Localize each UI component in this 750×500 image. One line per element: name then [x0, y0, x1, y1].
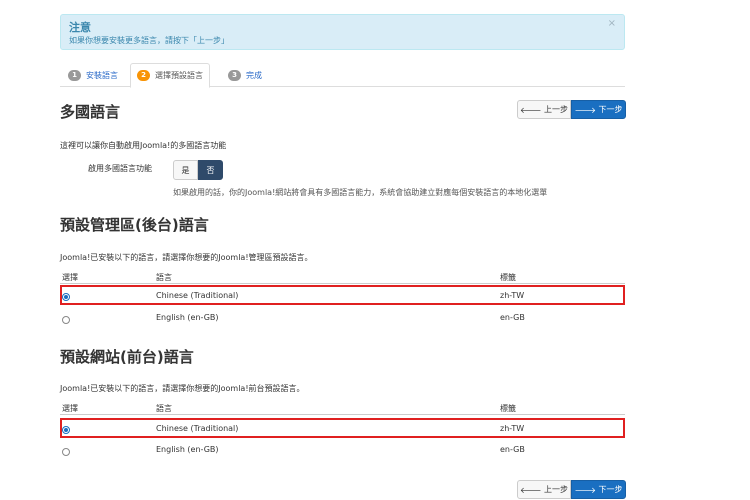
language-name: Chinese (Traditional)	[156, 424, 239, 433]
next-button[interactable]: 🡒 下一步	[571, 480, 626, 499]
arrow-right-icon: 🡒	[574, 485, 596, 495]
header-language: 語言	[156, 404, 172, 413]
language-name: English (en-GB)	[156, 445, 219, 454]
language-tag: zh-TW	[500, 291, 525, 300]
language-name: English (en-GB)	[156, 313, 219, 322]
table-row[interactable]: Chinese (Traditional) zh-TW	[60, 285, 625, 305]
alert-text: 如果你想要安裝更多語言，請按下「上一步」	[69, 36, 229, 45]
tab-install-languages[interactable]: 1 安裝語言	[62, 63, 124, 87]
tab-finish[interactable]: 3 完成	[222, 63, 268, 87]
tab-default-language[interactable]: 2 選擇預設語言	[130, 63, 210, 88]
admin-language-title: 預設管理區(後台)語言	[60, 216, 209, 234]
table-row[interactable]: English (en-GB) en-GB	[60, 439, 625, 459]
info-alert: 注意 如果你想要安裝更多語言，請按下「上一步」 ×	[60, 14, 625, 50]
prev-button[interactable]: 🡐 上一步	[517, 100, 571, 119]
step-badge: 3	[228, 69, 241, 81]
close-icon[interactable]: ×	[608, 18, 616, 29]
header-select: 選擇	[62, 404, 78, 413]
next-button[interactable]: 🡒 下一步	[571, 100, 626, 119]
table-header: 選擇 語言 標籤	[60, 401, 625, 415]
step-badge: 1	[68, 69, 81, 81]
language-name: Chinese (Traditional)	[156, 291, 239, 300]
tab-label: 安裝語言	[86, 70, 118, 80]
admin-language-description: Joomla!已安裝以下的語言，請選擇你想要的Joomla!管理區預設語言。	[60, 253, 313, 262]
step-badge: 2	[137, 70, 150, 81]
site-language-title: 預設網站(前台)語言	[60, 348, 194, 366]
language-tag: en-GB	[500, 445, 525, 454]
language-radio[interactable]	[62, 316, 70, 324]
alert-title: 注意	[69, 21, 91, 34]
tab-label: 完成	[246, 70, 262, 80]
bottom-nav-buttons: 🡐 上一步 🡒 下一步	[517, 480, 626, 499]
prev-button[interactable]: 🡐 上一步	[517, 480, 571, 499]
table-row[interactable]: English (en-GB) en-GB	[60, 307, 625, 327]
language-tag: zh-TW	[500, 424, 525, 433]
multilang-toggle: 是 否	[173, 160, 223, 180]
top-nav-buttons: 🡐 上一步 🡒 下一步	[517, 100, 626, 119]
multilang-yes-button[interactable]: 是	[173, 160, 198, 180]
header-tag: 標籤	[500, 404, 516, 413]
site-language-description: Joomla!已安裝以下的語言，請選擇你想要的Joomla!前台預設語言。	[60, 384, 305, 393]
multilang-description: 這裡可以讓你自動啟用Joomla!的多國語言功能	[60, 141, 227, 150]
language-radio[interactable]	[62, 448, 70, 456]
arrow-left-icon: 🡐	[520, 105, 542, 115]
tab-label: 選擇預設語言	[155, 71, 203, 80]
header-language: 語言	[156, 273, 172, 282]
header-tag: 標籤	[500, 273, 516, 282]
table-row[interactable]: Chinese (Traditional) zh-TW	[60, 418, 625, 438]
language-radio[interactable]	[62, 293, 70, 301]
multilang-toggle-label: 啟用多國語言功能	[88, 164, 152, 173]
multilang-title: 多國語言	[60, 103, 121, 121]
arrow-right-icon: 🡒	[574, 105, 596, 115]
language-tag: en-GB	[500, 313, 525, 322]
table-header: 選擇 語言 標籤	[60, 270, 625, 284]
header-select: 選擇	[62, 273, 78, 282]
language-radio[interactable]	[62, 426, 70, 434]
arrow-left-icon: 🡐	[520, 485, 542, 495]
multilang-no-button[interactable]: 否	[198, 160, 223, 180]
install-steps-tabs: 1 安裝語言 2 選擇預設語言 3 完成	[60, 63, 625, 88]
multilang-help-text: 如果啟用的話，你的Joomla!網站將會具有多國語言能力，系統會協助建立對應每個…	[173, 188, 548, 197]
